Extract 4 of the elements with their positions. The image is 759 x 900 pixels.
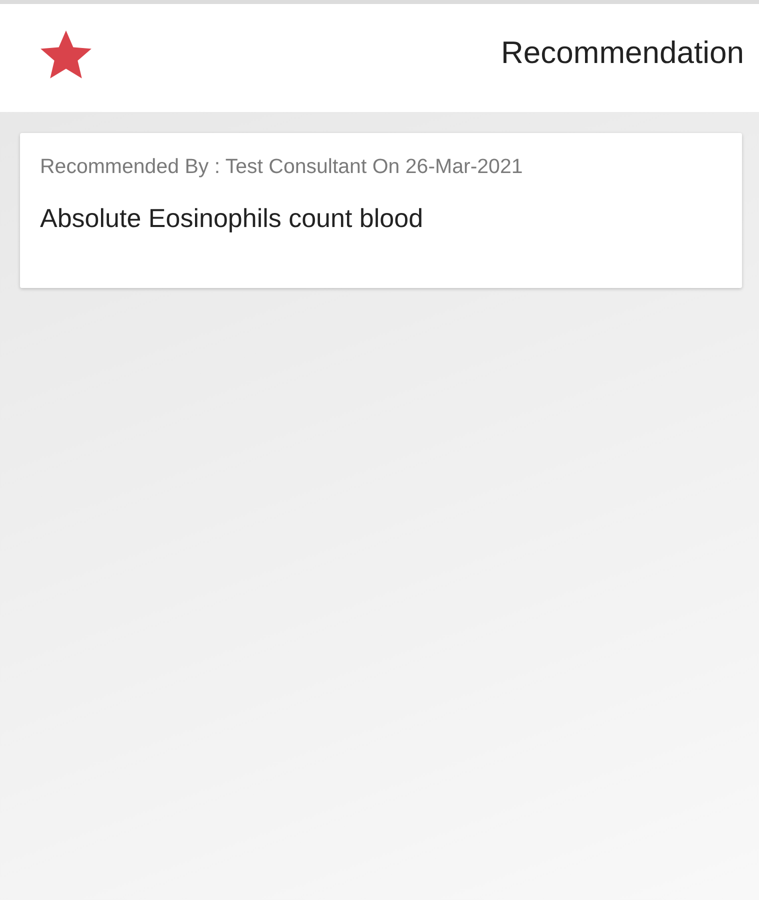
test-name: Absolute Eosinophils count blood xyxy=(40,203,424,234)
recommended-by-text: Recommended By : Test Consultant On 26-Mar-2021 xyxy=(40,155,524,179)
page-title: Recommendation xyxy=(501,35,744,71)
recommendation-card[interactable]: Recommended By : Test Consultant On 26-Mar-2021 Absolute Eosinophils count blood xyxy=(20,133,742,288)
